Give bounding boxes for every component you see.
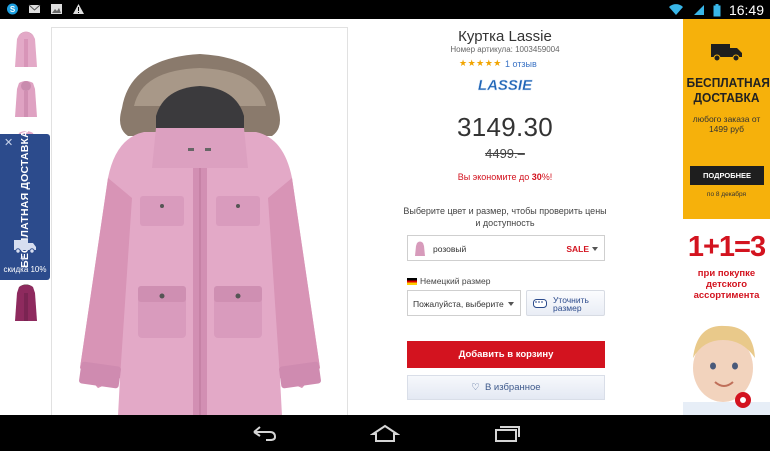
delivery-banner-date: по 8 декабря bbox=[706, 191, 747, 198]
truck-icon bbox=[711, 44, 742, 62]
brand-logo-text: LASSIE bbox=[478, 77, 533, 94]
color-swatch bbox=[415, 241, 425, 256]
delivery-more-button[interactable]: ПОДРОБНЕЕ bbox=[690, 166, 764, 185]
product-title: Куртка Lassie bbox=[458, 28, 552, 45]
savings-value: 30 bbox=[531, 172, 542, 182]
savings-suffix: %! bbox=[541, 172, 553, 182]
promo-text: при покупке детского ассортимента bbox=[693, 268, 760, 301]
plus-icon: + bbox=[20, 254, 26, 265]
measuring-tape-icon bbox=[533, 299, 547, 308]
color-selected-label: розовый bbox=[433, 244, 467, 254]
brand-logo[interactable]: LASSIE bbox=[476, 75, 534, 95]
status-bar: S 16:49 bbox=[0, 0, 770, 19]
thumbnail-2[interactable] bbox=[8, 77, 44, 121]
home-icon[interactable] bbox=[370, 423, 400, 443]
size-placeholder: Пожалуйста, выберите bbox=[413, 299, 504, 309]
add-to-cart-button[interactable]: Добавить в корзину bbox=[407, 341, 605, 368]
size-system-label: Немецкий размер bbox=[407, 275, 490, 287]
delivery-banner-subtitle: любого заказа от 1499 руб bbox=[692, 114, 761, 134]
size-system-text: Немецкий размер bbox=[420, 276, 491, 286]
chevron-down-icon bbox=[592, 247, 598, 251]
mail-icon bbox=[28, 4, 41, 13]
select-prompt: Выберите цвет и размер, чтобы проверить … bbox=[403, 206, 607, 228]
back-icon[interactable] bbox=[248, 423, 278, 443]
wifi-icon bbox=[668, 4, 683, 16]
image-icon bbox=[51, 4, 62, 14]
thumbnail-1[interactable] bbox=[8, 27, 44, 71]
skype-icon: S bbox=[7, 3, 18, 15]
heart-icon: ♡ bbox=[471, 382, 480, 393]
size-guide-button[interactable]: Уточнить размер bbox=[526, 290, 605, 316]
side-tab-discount: скидка 10% bbox=[3, 265, 47, 274]
svg-text:S: S bbox=[10, 5, 16, 14]
wishlist-button[interactable]: ♡ В избранное bbox=[407, 375, 605, 400]
truck-icon bbox=[14, 240, 36, 254]
savings-prefix: Вы экономите до bbox=[457, 172, 532, 182]
thumbnail-4[interactable] bbox=[8, 281, 44, 325]
clock: 16:49 bbox=[728, 2, 764, 18]
delivery-banner-title: БЕСПЛАТНАЯ ДОСТАВКА bbox=[686, 75, 770, 105]
free-delivery-banner[interactable]: БЕСПЛАТНАЯ ДОСТАВКА любого заказа от 149… bbox=[683, 19, 770, 219]
old-price: 4499.– bbox=[485, 146, 525, 161]
warning-icon bbox=[73, 4, 84, 14]
savings-text: Вы экономите до 30%! bbox=[380, 172, 630, 182]
free-delivery-side-tab[interactable]: ✕ БЕСПЛАТНАЯ ДОСТАВКА + скидка 10% bbox=[0, 130, 50, 280]
signal-icon bbox=[693, 5, 704, 15]
wishlist-label: В избранное bbox=[484, 382, 541, 393]
battery-icon bbox=[713, 3, 721, 16]
product-image bbox=[79, 54, 321, 415]
app-screen: S 16:49 ✕ БЕСПЛАТНАЯ ДОСТАВКА + скидка 1… bbox=[0, 0, 770, 451]
price: 3149.30 bbox=[456, 112, 554, 142]
size-guide-label: Уточнить размер bbox=[553, 295, 589, 313]
product-page: ✕ БЕСПЛАТНАЯ ДОСТАВКА + скидка 10% Куртк… bbox=[0, 19, 770, 415]
german-flag-icon bbox=[407, 277, 417, 285]
navigation-bar bbox=[0, 415, 770, 451]
product-sku: Номер артикула: 1003459004 bbox=[450, 45, 560, 54]
sale-badge: SALE bbox=[566, 244, 589, 254]
color-select[interactable]: розовый SALE bbox=[407, 235, 605, 261]
product-info: Куртка Lassie Номер артикула: 1003459004… bbox=[380, 19, 630, 415]
reviews-link[interactable]: 1 отзыв bbox=[505, 59, 537, 69]
size-select[interactable]: Пожалуйста, выберите bbox=[407, 290, 521, 316]
chevron-down-icon bbox=[508, 302, 514, 306]
close-icon[interactable]: ✕ bbox=[4, 136, 13, 149]
product-image-frame[interactable] bbox=[51, 27, 348, 415]
promo-equation: 1+1=3 bbox=[687, 231, 766, 263]
promo-banner[interactable]: 1+1=3 при покупке детского ассортимента bbox=[683, 224, 770, 415]
recent-apps-icon[interactable] bbox=[492, 423, 522, 443]
rating-stars: ★★★★★ bbox=[459, 58, 502, 68]
promo-child-image bbox=[683, 306, 770, 415]
